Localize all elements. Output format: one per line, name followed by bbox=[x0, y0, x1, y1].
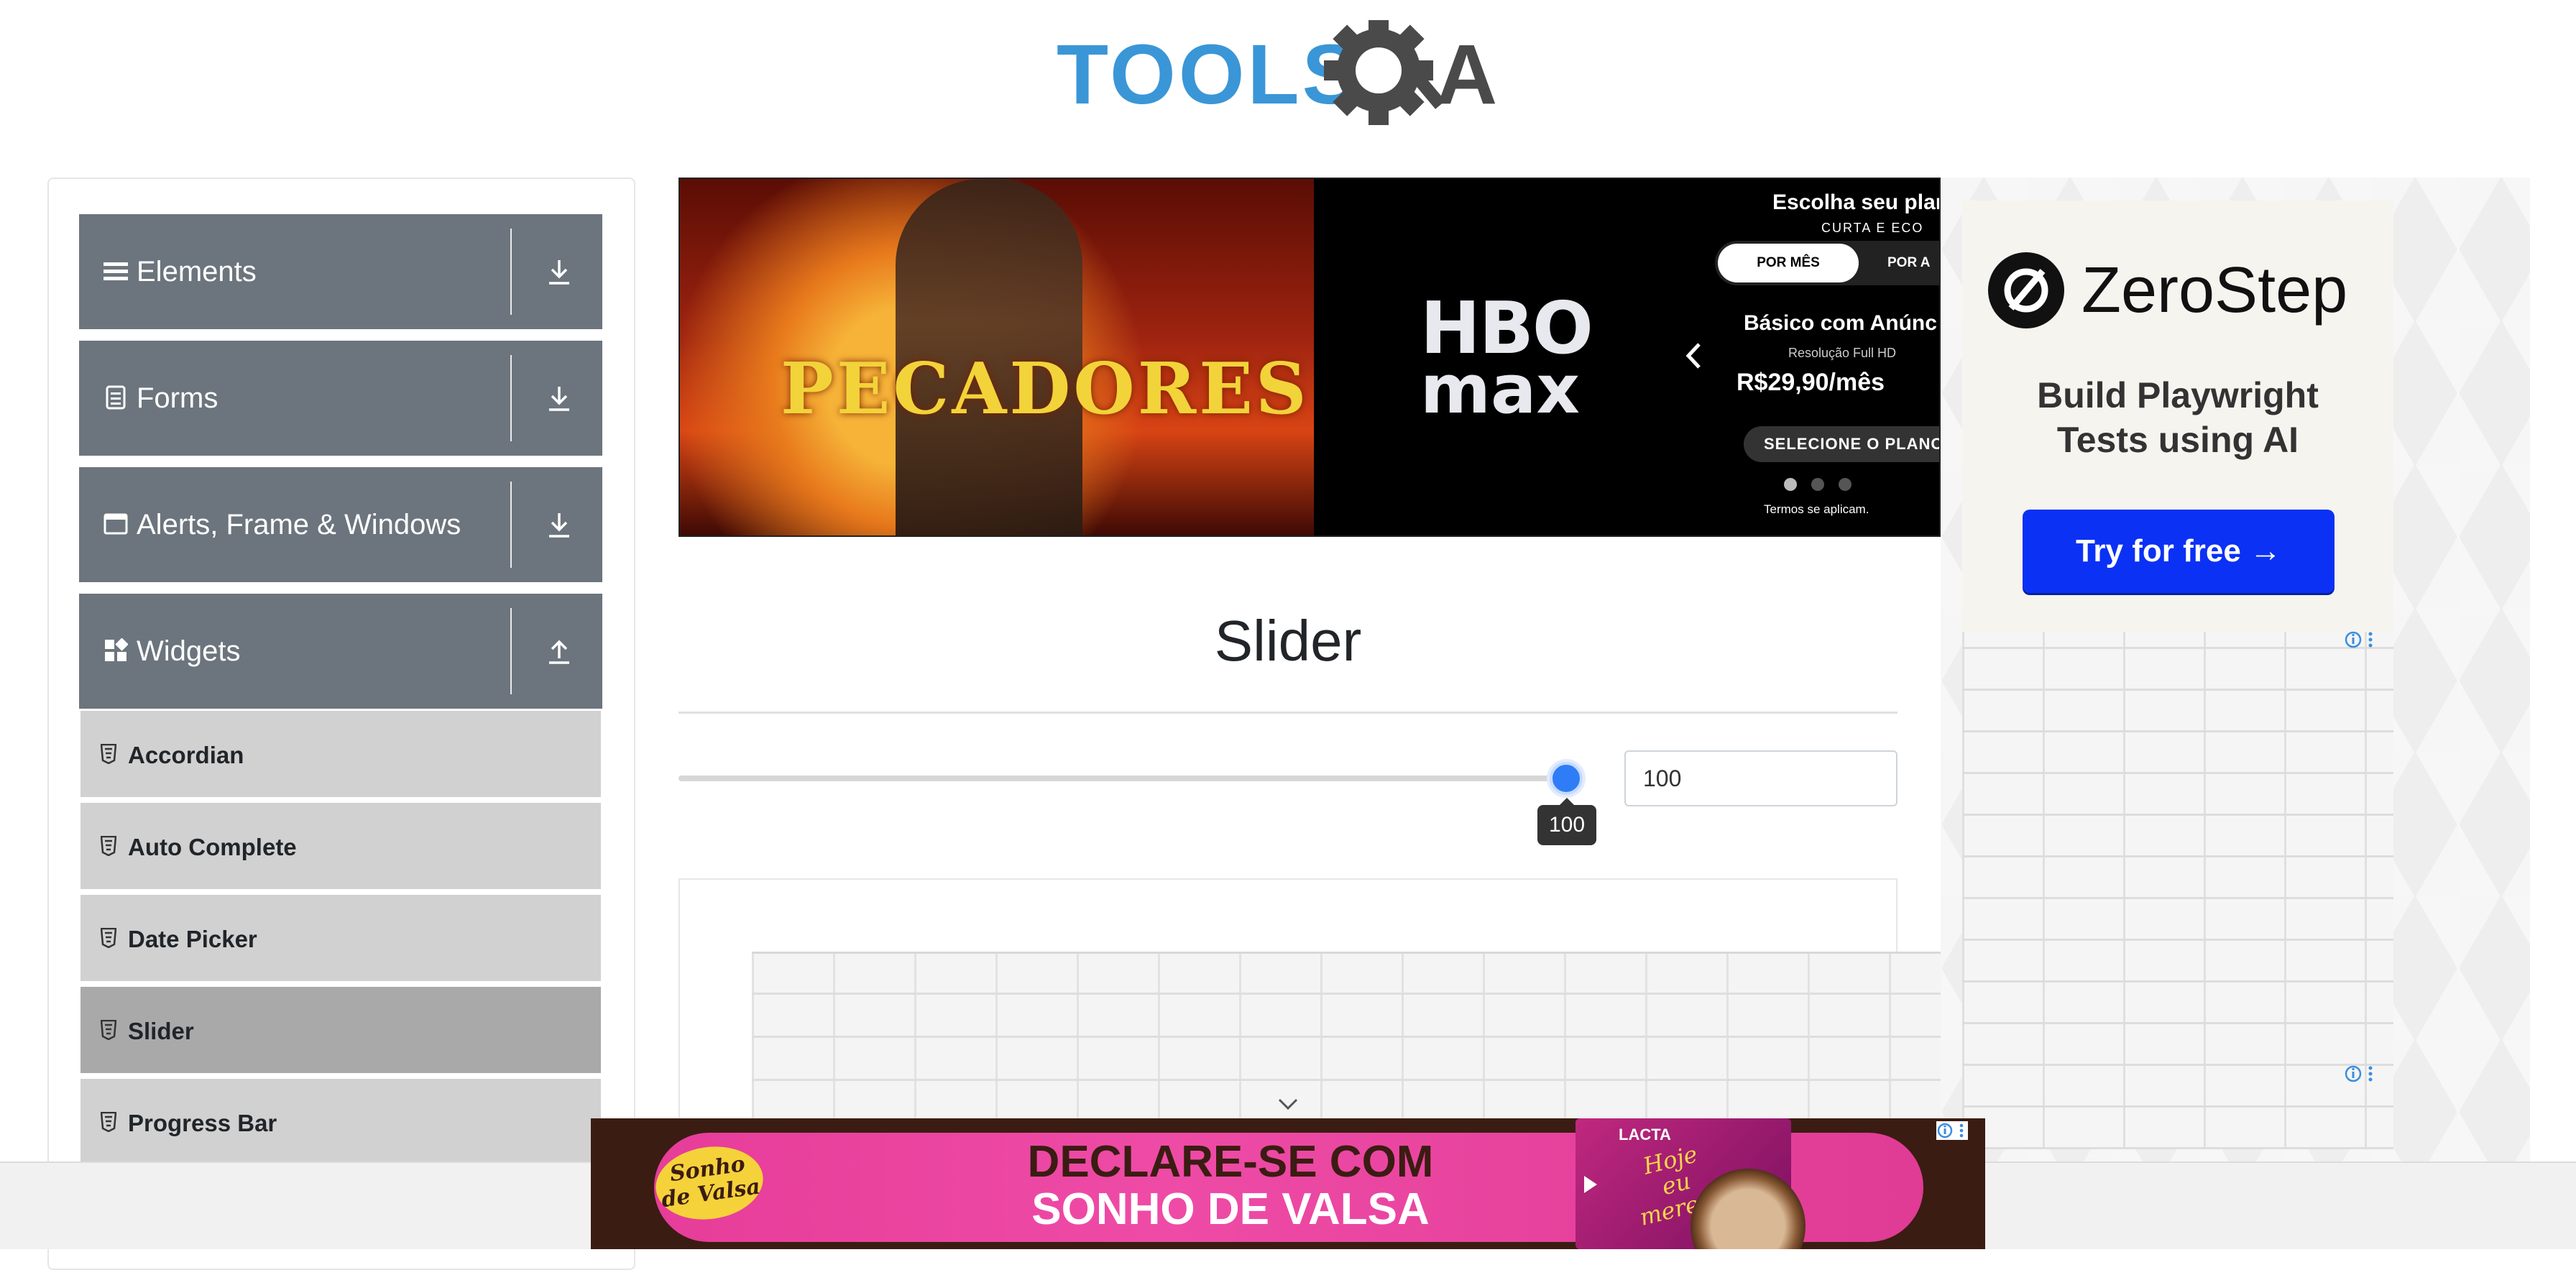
ad-info-icon[interactable] bbox=[2345, 630, 2376, 649]
chevron-down-icon[interactable] bbox=[1276, 1095, 1300, 1113]
download-arrow-icon[interactable] bbox=[546, 257, 572, 286]
zerostep-brand: ZeroStep bbox=[2082, 254, 2348, 326]
headline-line2: SONHO DE VALSA bbox=[1031, 1184, 1430, 1234]
sidebar-item-auto-complete[interactable]: Auto Complete bbox=[80, 803, 601, 892]
divider bbox=[510, 229, 512, 315]
plan-panel: Escolha seu plano CURTA E ECO POR MÊS PO… bbox=[1715, 179, 1939, 535]
sidebar-item-accordian[interactable]: Accordian bbox=[80, 711, 601, 800]
sidebar-item-slider[interactable]: Slider bbox=[80, 987, 601, 1076]
select-plan-button[interactable]: SELECIONE O PLANO bbox=[1744, 426, 1939, 462]
sonho-de-valsa-ad[interactable]: Sonho de Valsa DECLARE-SE COM SONHO DE V… bbox=[591, 1118, 1985, 1249]
svg-text:A: A bbox=[1436, 27, 1497, 122]
html5-icon bbox=[101, 1112, 116, 1132]
choose-plan-subheading: CURTA E ECO bbox=[1821, 221, 1924, 235]
movie-title: PECADORES bbox=[781, 348, 1310, 431]
html5-icon bbox=[101, 744, 116, 764]
group-label: Alerts, Frame & Windows bbox=[137, 509, 461, 540]
ad-info-icon[interactable] bbox=[2345, 1064, 2376, 1083]
html5-icon bbox=[101, 1020, 116, 1040]
group-label: Elements bbox=[137, 256, 257, 287]
html5-icon bbox=[101, 928, 116, 948]
hbo-max-banner-ad[interactable]: PECADORES HBO max Escolha seu plano CURT… bbox=[678, 178, 1941, 537]
plan-name: Básico com Anúnc bbox=[1744, 311, 1937, 335]
group-widgets[interactable]: Widgets bbox=[79, 594, 602, 709]
zerostep-ad[interactable]: ZeroStep Build Playwright Tests using AI… bbox=[1941, 178, 2530, 1177]
choose-plan-heading: Escolha seu plano bbox=[1772, 190, 1939, 214]
hbo-max-logo: HBO max bbox=[1420, 293, 1593, 429]
slider-track[interactable] bbox=[678, 776, 1567, 781]
sidebar-item-label: Slider bbox=[128, 1018, 194, 1044]
title-divider bbox=[678, 712, 1898, 714]
logo-text: TOOLS bbox=[1057, 27, 1361, 122]
divider bbox=[510, 608, 512, 694]
zerostep-logo-icon bbox=[1988, 252, 2064, 328]
group-elements[interactable]: Elements bbox=[79, 214, 602, 329]
group-forms[interactable]: Forms bbox=[79, 341, 602, 456]
upload-arrow-icon[interactable] bbox=[546, 637, 572, 666]
plan-price: R$29,90/mês bbox=[1736, 369, 1885, 396]
html5-icon bbox=[101, 836, 116, 856]
sidebar-item-label: Accordian bbox=[128, 742, 244, 768]
plan-resolution: Resolução Full HD bbox=[1788, 346, 1897, 360]
window-icon bbox=[104, 513, 128, 535]
divider bbox=[510, 482, 512, 568]
divider bbox=[510, 355, 512, 441]
widgets-icon bbox=[105, 638, 128, 661]
page-title: Slider bbox=[1214, 609, 1362, 673]
download-arrow-icon[interactable] bbox=[546, 384, 572, 413]
toggle-monthly[interactable]: POR MÊS bbox=[1718, 244, 1859, 282]
play-icon[interactable] bbox=[1584, 1176, 1597, 1193]
terms-text: Termos se aplicam. bbox=[1764, 502, 1869, 516]
list-icon bbox=[104, 262, 128, 280]
toolsqa-logo[interactable]: TOOLS A bbox=[1057, 20, 1524, 128]
download-arrow-icon[interactable] bbox=[546, 510, 572, 539]
sidebar-item-date-picker[interactable]: Date Picker bbox=[80, 895, 601, 984]
carousel-dots[interactable] bbox=[1784, 478, 1866, 494]
sidebar-item-label: Progress Bar bbox=[128, 1110, 277, 1136]
sidebar-item-label: Auto Complete bbox=[128, 834, 297, 860]
left-panel: Elements Forms Alerts, Frame & Windows W… bbox=[47, 178, 635, 1270]
headline-line1: DECLARE-SE COM bbox=[1027, 1137, 1434, 1187]
document-icon bbox=[106, 385, 126, 410]
ad-headline: DECLARE-SE COM SONHO DE VALSA bbox=[900, 1138, 1561, 1233]
try-for-free-button[interactable]: Try for free → bbox=[2023, 510, 2334, 593]
movie-poster: PECADORES bbox=[680, 179, 1314, 535]
group-alerts-frame-windows[interactable]: Alerts, Frame & Windows bbox=[79, 467, 602, 582]
tagline-line2: Tests using AI bbox=[2056, 420, 2299, 460]
sidebar-item-label: Date Picker bbox=[128, 926, 257, 952]
slider-tooltip: 100 bbox=[1537, 798, 1596, 845]
zerostep-card[interactable]: ZeroStep Build Playwright Tests using AI… bbox=[1962, 201, 2393, 632]
gear-icon bbox=[1324, 20, 1445, 125]
hbo-logo-line2: max bbox=[1420, 351, 1581, 429]
slider-value-input[interactable]: 100 bbox=[1624, 750, 1898, 806]
ad-info-icon[interactable] bbox=[1936, 1121, 1968, 1140]
tagline-line1: Build Playwright bbox=[2037, 375, 2319, 415]
pack-brand: LACTA bbox=[1619, 1126, 1671, 1144]
toggle-annual[interactable]: POR A bbox=[1887, 241, 1930, 285]
chevron-left-icon[interactable] bbox=[1685, 341, 1702, 370]
group-label: Forms bbox=[137, 382, 218, 414]
group-label: Widgets bbox=[137, 635, 241, 667]
ad-background bbox=[1962, 632, 2393, 1149]
slider-thumb[interactable] bbox=[1550, 762, 1583, 795]
billing-toggle[interactable]: POR MÊS POR A bbox=[1715, 241, 1939, 285]
zerostep-tagline: Build Playwright Tests using AI bbox=[1962, 373, 2393, 462]
sidebar-item-progress-bar[interactable]: Progress Bar bbox=[80, 1079, 601, 1168]
